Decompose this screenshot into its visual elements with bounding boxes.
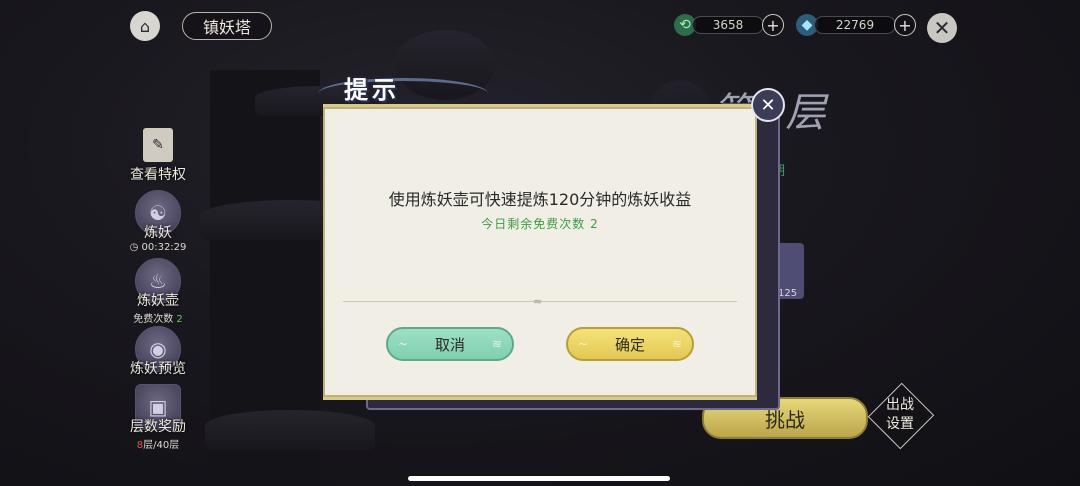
sidebar-item-label: 炼妖 <box>144 225 172 241</box>
confirm-label: 确定 <box>614 335 645 354</box>
cloud-ornament-icon: ~ <box>398 337 409 351</box>
confirm-button[interactable]: ~ 确定 ≋ <box>566 327 694 361</box>
gem-currency: ◆ 22769 + <box>796 14 916 36</box>
gem-amount: 22769 <box>814 16 896 34</box>
floor-progress-total: 层/40层 <box>143 440 180 451</box>
close-tower-button[interactable]: ✕ <box>927 13 957 43</box>
free-uses-text: 免费次数 2 <box>120 310 196 325</box>
location-title: 镇妖塔 <box>182 12 272 40</box>
dialog-message: 使用炼妖壶可快速提炼120分钟的炼妖收益 <box>388 190 692 209</box>
cloud-ornament-icon: ~ <box>578 337 589 351</box>
sidebar-item-privileges[interactable]: ✎ 查看特权 <box>120 128 196 184</box>
back-home-icon[interactable]: ⌂ <box>130 11 160 41</box>
sidebar-item-label: 炼妖预览 <box>130 361 186 377</box>
reward-count: 125 <box>778 288 798 299</box>
sidebar-item-refine-preview[interactable]: ◉ 炼妖预览 <box>120 326 196 378</box>
sidebar-item-floor-rewards[interactable]: ▣ 层数奖励 8层/40层 <box>120 384 196 451</box>
add-gem-button[interactable]: + <box>894 14 916 36</box>
floor-progress: 8层/40层 <box>120 436 196 451</box>
divider-ornament-icon: ≈ <box>533 295 543 308</box>
sidebar-item-label: 炼妖壶 <box>137 293 179 309</box>
deploy-label-1: 出战 <box>886 397 914 413</box>
home-indicator[interactable] <box>408 476 670 481</box>
dialog-close-button[interactable]: ✕ <box>751 88 785 122</box>
add-jade-button[interactable]: + <box>762 14 784 36</box>
free-uses-count: 2 <box>176 314 183 325</box>
sidebar-item-label: 层数奖励 <box>130 419 186 435</box>
deploy-label-2: 设置 <box>886 416 914 432</box>
deploy-settings-button[interactable]: 出战 设置 <box>878 396 922 434</box>
free-uses-prefix: 免费次数 <box>133 314 174 325</box>
cancel-button[interactable]: ~ 取消 ≋ <box>386 327 514 361</box>
cloud-ornament-icon: ≋ <box>671 337 682 351</box>
cloud-ornament-icon: ≋ <box>491 337 502 351</box>
sidebar-item-refine-pot[interactable]: ♨ 炼妖壶 免费次数 2 <box>120 258 196 325</box>
cancel-label: 取消 <box>434 335 465 354</box>
refine-timer: ◷ 00:32:29 <box>129 242 187 253</box>
privilege-card-icon: ✎ <box>143 128 173 162</box>
free-uses-remaining: 今日剩余免费次数 2 <box>481 217 599 231</box>
jade-currency: ⟲ 3658 + <box>674 14 784 36</box>
hint-dialog <box>323 104 757 400</box>
sidebar-item-refine[interactable]: ☯ 炼妖 ◷ 00:32:29 <box>120 190 196 253</box>
jade-amount: 3658 <box>692 16 764 34</box>
sidebar-item-label: 查看特权 <box>130 167 186 183</box>
dialog-title: 提示 <box>344 75 400 104</box>
